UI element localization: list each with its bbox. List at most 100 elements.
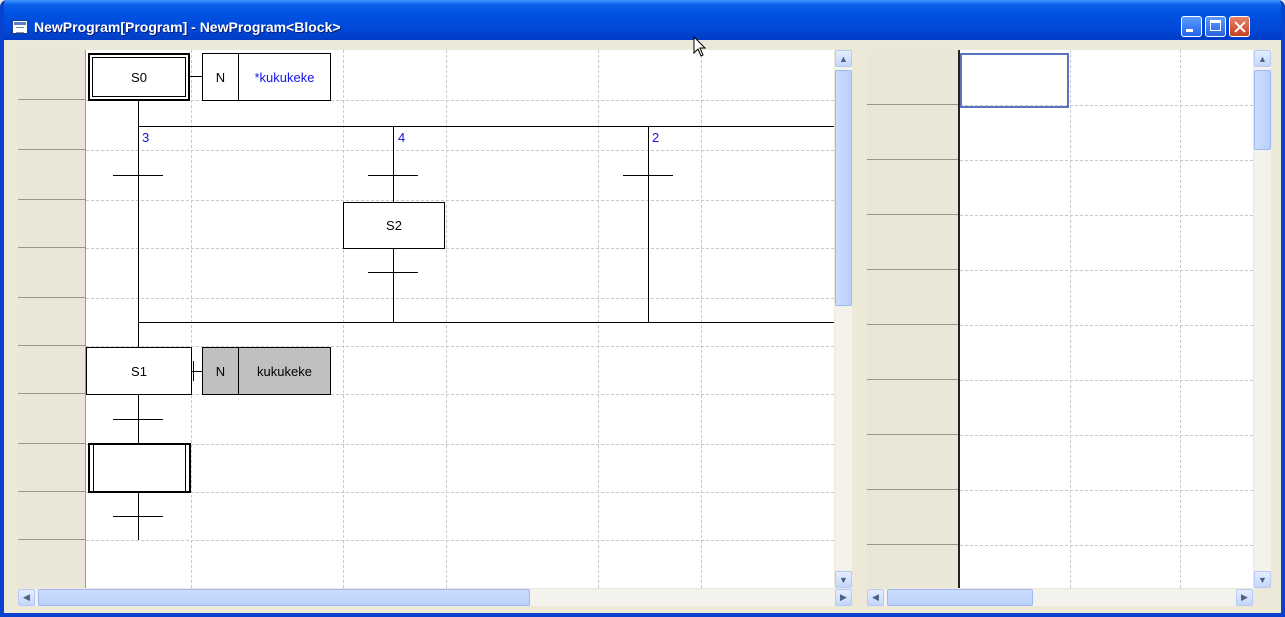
transition[interactable] [113, 419, 163, 420]
row-header[interactable] [18, 492, 85, 540]
scroll-thumb[interactable] [1254, 70, 1271, 150]
row-header[interactable] [867, 50, 958, 105]
row-header[interactable] [867, 380, 958, 435]
row-header[interactable] [18, 298, 85, 346]
row-header[interactable] [18, 394, 85, 444]
sfc-diagram-pane[interactable]: S0 N *kukukeke 3 4 2 S2 S1 N kukukeke [18, 50, 834, 588]
action-connector [193, 361, 194, 381]
right-vertical-scrollbar[interactable]: ▲ ▼ [1254, 50, 1271, 588]
sfc-link [648, 126, 649, 322]
row-header[interactable] [18, 248, 85, 298]
row-header[interactable] [18, 100, 85, 150]
row-header-gutter [867, 50, 960, 588]
action-name-selected[interactable]: kukukeke [238, 347, 331, 395]
row-header[interactable] [867, 325, 958, 380]
maximize-button[interactable] [1205, 16, 1226, 37]
selective-convergence-line [138, 322, 834, 323]
selection-cursor-cell[interactable] [960, 53, 1069, 108]
transition[interactable] [113, 175, 163, 176]
row-header[interactable] [867, 435, 958, 490]
grid-line [960, 435, 1253, 436]
grid-line [960, 270, 1253, 271]
scroll-right-arrow-icon[interactable]: ▶ [835, 589, 852, 606]
row-header[interactable] [18, 346, 85, 394]
grid-line [86, 150, 834, 151]
scroll-up-arrow-icon[interactable]: ▲ [835, 50, 852, 67]
left-horizontal-scrollbar[interactable]: ◀ ▶ [18, 589, 852, 606]
action-qualifier[interactable]: N [202, 53, 239, 101]
grid-line [86, 394, 834, 395]
transition[interactable] [368, 175, 418, 176]
grid-line [86, 346, 834, 347]
scroll-thumb[interactable] [887, 589, 1033, 606]
scroll-down-arrow-icon[interactable]: ▼ [835, 571, 852, 588]
window-icon[interactable] [12, 20, 28, 34]
grid-line [1180, 50, 1181, 588]
sfc-link [138, 101, 139, 348]
row-header[interactable] [867, 160, 958, 215]
grid-line [960, 325, 1253, 326]
grid-line [446, 50, 447, 588]
branch-priority-label: 3 [142, 130, 150, 145]
selective-divergence-line [138, 126, 834, 127]
mouse-cursor-icon [693, 36, 707, 57]
sfc-link [138, 395, 139, 445]
row-header[interactable] [867, 270, 958, 325]
sfc-link [393, 249, 394, 322]
row-header[interactable] [867, 490, 958, 545]
grid-line [960, 380, 1253, 381]
row-header[interactable] [867, 215, 958, 270]
grid-line [598, 50, 599, 588]
row-header[interactable] [18, 540, 85, 588]
action-qualifier-selected[interactable]: N [202, 347, 239, 395]
grid-line [960, 160, 1253, 161]
grid-line [86, 444, 834, 445]
grid-line [86, 200, 834, 201]
scroll-thumb[interactable] [835, 70, 852, 306]
sfc-link [393, 126, 394, 202]
window-title: NewProgram[Program] - NewProgram<Block> [34, 19, 341, 35]
branch-priority-label: 2 [652, 130, 660, 145]
row-header[interactable] [18, 150, 85, 200]
left-vertical-scrollbar[interactable]: ▲ ▼ [835, 50, 852, 588]
grid-line [1070, 50, 1071, 588]
grid-line [191, 50, 192, 588]
grid-line [960, 490, 1253, 491]
transition[interactable] [368, 272, 418, 273]
row-header[interactable] [867, 545, 958, 588]
grid-line [86, 100, 834, 101]
pane-splitter[interactable] [854, 40, 867, 609]
macro-step-empty[interactable] [88, 443, 191, 493]
step-s1[interactable]: S1 [86, 347, 192, 395]
scroll-left-arrow-icon[interactable]: ◀ [18, 589, 35, 606]
scroll-right-arrow-icon[interactable]: ▶ [1236, 589, 1253, 606]
right-horizontal-scrollbar[interactable]: ◀ ▶ [867, 589, 1253, 606]
step-label: S0 [92, 57, 186, 97]
action-detail-pane[interactable] [867, 50, 1253, 588]
macro-step-inner-border [93, 444, 94, 492]
action-connector [190, 76, 202, 77]
transition[interactable] [623, 175, 673, 176]
row-header[interactable] [867, 105, 958, 160]
title-bar[interactable]: NewProgram[Program] - NewProgram<Block> [4, 0, 1281, 40]
scroll-up-arrow-icon[interactable]: ▲ [1254, 50, 1271, 67]
row-header[interactable] [18, 50, 85, 100]
close-button[interactable] [1229, 16, 1250, 37]
transition[interactable] [113, 516, 163, 517]
grid-line [86, 540, 834, 541]
scroll-thumb[interactable] [38, 589, 530, 606]
step-s2[interactable]: S2 [343, 202, 445, 249]
grid-line [701, 50, 702, 588]
initial-step-s0[interactable]: S0 [88, 53, 190, 101]
grid-line [960, 215, 1253, 216]
grid-line [960, 545, 1253, 546]
scroll-left-arrow-icon[interactable]: ◀ [867, 589, 884, 606]
action-name[interactable]: *kukukeke [238, 53, 331, 101]
scroll-down-arrow-icon[interactable]: ▼ [1254, 571, 1271, 588]
macro-step-inner-border [185, 444, 186, 492]
row-header[interactable] [18, 444, 85, 492]
grid-line [86, 492, 834, 493]
minimize-button[interactable] [1181, 16, 1202, 37]
row-header-gutter [18, 50, 86, 588]
row-header[interactable] [18, 200, 85, 248]
